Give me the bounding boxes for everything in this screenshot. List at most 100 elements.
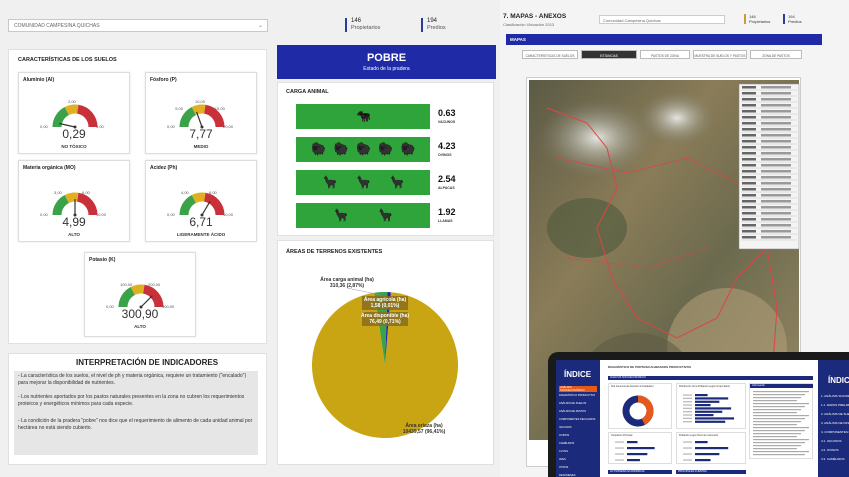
tablet-report-title: DIAGNÓSTICO DE PORTES/CALIBRADOS PRODUCT… xyxy=(608,365,692,369)
tab-pastos-zona[interactable]: PASTOS DE ZONA xyxy=(640,50,690,59)
tablet-index-item: 2. ANÁLISIS DE SUEL xyxy=(821,412,849,416)
kpi-propietarios: 146 Propietarios xyxy=(345,18,380,32)
animal-load-label: OVINOS xyxy=(438,153,452,157)
tablet-panel-title: Ocupación Principal xyxy=(611,434,633,437)
animal-load-title: CARGA ANIMAL xyxy=(286,89,329,95)
legend-text-mark xyxy=(742,200,756,203)
maps-subtitle: Clasificación Ubicación 2013 xyxy=(503,22,555,27)
tablet-text-line xyxy=(753,406,805,408)
tablet-index-item: 4.3. CAMÉLIDOS xyxy=(821,457,845,461)
tab-estancias[interactable]: ESTANCIAS xyxy=(581,50,637,59)
tablet-index-item: CAMÉLIDOS xyxy=(559,442,575,445)
gauge-acidez: Acidez (Ph) 0,00 4,00 6,00 10,00 6,71 LIGERAME… xyxy=(145,160,257,242)
tablet-bar xyxy=(627,453,648,456)
soils-title: CARACTERÍSTICAS DE LOS SUELOS xyxy=(18,57,117,63)
interpretation-item: - Los nutrientes aportados por los pasto… xyxy=(18,394,245,407)
legend-text-mark xyxy=(761,98,791,101)
legend-text-mark xyxy=(761,224,791,227)
tablet-bar xyxy=(627,441,638,444)
gauge-band xyxy=(130,284,145,296)
gauge-value: 4,99 xyxy=(62,215,86,229)
tab-muestra-suelos[interactable]: MUESTRA DE SUELOS Y PASTOS xyxy=(693,50,747,59)
animal-load-bar: 🦙 🦙 xyxy=(296,203,430,228)
gauge-band xyxy=(118,286,136,308)
legend-text-mark xyxy=(742,218,756,221)
tablet-chart-box: Distribución de la Población según Grupo… xyxy=(676,383,746,429)
legend-text-mark xyxy=(761,146,791,149)
maps-kpi-propietarios: 146 Propietarios xyxy=(744,14,770,24)
tablet-index-item: ANÁLISIS DE SUELOS xyxy=(559,402,587,405)
gauge-tick-label: 3,00 xyxy=(54,190,62,196)
legend-text-mark xyxy=(742,164,756,167)
tablet-panel-title: Sub Gerencia de Atención al Ciudadano xyxy=(611,385,654,388)
legend-text-mark xyxy=(742,110,756,113)
tablet-bar-label xyxy=(683,421,692,423)
community-select[interactable]: COMUNIDAD CAMPESINA QUICHAS ⌄ xyxy=(8,19,268,32)
legend-text-mark xyxy=(742,122,756,125)
legend-text-mark xyxy=(761,110,791,113)
tablet-index-item: 1.1. MAPAS PRELIM xyxy=(821,403,849,407)
maps-section-bar: MAPAS xyxy=(506,34,822,45)
tablet-bar-label xyxy=(683,404,692,406)
tab-caracteristicas-suelos[interactable]: CARACTERÍSTICAS DE SUELOS xyxy=(522,50,578,59)
tablet-bar-label xyxy=(615,453,624,455)
animal-load-bar: 🐑 🐑 🐑 🐑 🐑 xyxy=(296,137,430,162)
tablet-index-item: 3. ANÁLISIS DE PAST xyxy=(821,421,849,425)
tablet-text-block xyxy=(753,391,809,456)
sheep-icon: 🐑 xyxy=(378,142,394,156)
chevron-down-icon: ⌄ xyxy=(257,23,263,29)
areas-pie-chart: Área eriaza (ha)10439,57 (96,41%) Área ca… xyxy=(312,276,458,438)
gauge-band xyxy=(142,284,164,308)
legend-text-mark xyxy=(742,146,756,149)
tablet-bar xyxy=(695,414,714,417)
tablet-index-item: 4.1. VACUNOS xyxy=(821,439,842,443)
gauge-needle xyxy=(201,200,211,216)
gauge-band xyxy=(52,194,70,216)
legend-text-mark xyxy=(761,218,791,221)
legend-text-mark xyxy=(761,128,791,131)
gauge-status: LIGERAMENTE ÁCIDO xyxy=(176,232,226,237)
tablet-donut-chart xyxy=(622,395,654,427)
tablet-text-line xyxy=(753,412,797,414)
vegetation-area xyxy=(547,198,627,258)
legend-text-mark xyxy=(742,170,756,173)
snow-area xyxy=(637,90,717,146)
tablet-bar xyxy=(627,459,640,462)
tablet-text-line xyxy=(753,409,801,411)
gauge-status: NO TÓXICO xyxy=(61,144,87,149)
tablet-bar-chart xyxy=(615,441,655,462)
tablet-bar-label xyxy=(683,394,692,396)
tablet-text-line xyxy=(753,451,809,453)
gauge-tick-label: 5,00 xyxy=(175,106,183,112)
community-select-value: COMUNIDAD CAMPESINA QUICHAS xyxy=(14,23,100,29)
legend-text-mark xyxy=(761,212,791,215)
gauge-tick-label: 15,00 xyxy=(214,106,225,112)
tablet-index-title: ÍNDICE xyxy=(828,376,849,385)
interpretation-item: - La característica de los suelos, el ni… xyxy=(18,373,247,386)
maps-community-select[interactable]: Comunidad Campesina Quichas xyxy=(599,15,725,24)
tablet-index-item: COMPONENTES PECUARIOS xyxy=(559,418,596,421)
tab-zona-pastos[interactable]: ZONA DE PASTOS xyxy=(750,50,802,59)
tablet-text-line xyxy=(753,433,801,435)
legend-text-mark xyxy=(761,116,791,119)
legend-text-mark xyxy=(761,140,791,143)
tablet-panel-title: Distribución de la Población según Grupo… xyxy=(679,385,730,388)
tablet-info-box: Información xyxy=(749,383,813,459)
gauge-tick-label: 4,00 xyxy=(181,190,189,196)
gauge-value: 300,90 xyxy=(121,307,159,321)
interpretation-title: INTERPRETACIÓN DE INDICADORES xyxy=(76,358,219,367)
legend-text-mark xyxy=(742,116,756,119)
tablet-bar-label xyxy=(683,417,692,420)
gauge-tick-label: 100,00 xyxy=(120,282,133,288)
dashboard-panel: COMUNIDAD CAMPESINA QUICHAS ⌄ 146 Propie… xyxy=(0,0,500,477)
tablet-bar xyxy=(695,420,726,423)
legend-text-mark xyxy=(742,86,756,89)
tablet-index-item: OTROS xyxy=(559,466,569,469)
pasture-status-banner: POBRE Estado de la pradera xyxy=(277,45,496,79)
kpi-predios: 194 Predios xyxy=(421,18,446,32)
legend-text-mark xyxy=(761,92,791,95)
gauge-band xyxy=(179,106,197,128)
maps-kpi-predios: 194 Predios xyxy=(783,14,802,24)
gauge-band xyxy=(64,104,79,116)
pie-label-name: Área eriaza (ha) xyxy=(405,422,443,429)
